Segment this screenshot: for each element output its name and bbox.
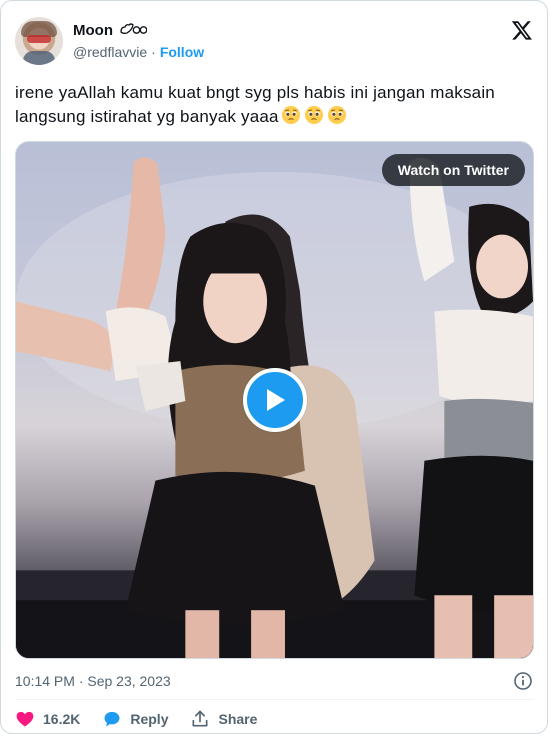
reply-bubble-icon: [104, 711, 120, 727]
info-icon[interactable]: [513, 671, 533, 691]
tweet-body: irene yaAllah kamu kuat bngt syg pls hab…: [15, 83, 500, 126]
action-bar: 16.2K Reply Share: [15, 707, 257, 731]
share-label: Share: [218, 711, 258, 727]
follow-button[interactable]: Follow: [160, 44, 204, 60]
avatar-glasses: [27, 35, 51, 43]
watch-on-twitter-button[interactable]: Watch on Twitter: [381, 154, 525, 186]
tweet-card: Moon @redflavvie · Follow irene yaAllah …: [0, 0, 548, 734]
play-icon: [267, 389, 285, 411]
avatar-shirt: [23, 51, 55, 65]
display-name[interactable]: Moon: [73, 22, 113, 39]
pleading-face-icon: [281, 106, 300, 124]
tweet-timestamp[interactable]: 10:14 PM · Sep 23, 2023: [15, 673, 171, 689]
play-button[interactable]: [243, 368, 307, 432]
name-row: Moon: [73, 19, 204, 41]
pleading-face-icon: [327, 106, 346, 124]
pleading-face-icon: [304, 106, 323, 124]
divider: [15, 699, 533, 700]
user-handle[interactable]: @redflavvie: [73, 44, 147, 60]
reply-button[interactable]: Reply: [102, 709, 168, 729]
handle-row: @redflavvie · Follow: [73, 44, 204, 60]
share-button[interactable]: Share: [190, 709, 257, 729]
share-icon: [192, 710, 208, 727]
separator-dot: ·: [151, 44, 156, 60]
like-count: 16.2K: [43, 711, 81, 727]
emoji-row: [281, 105, 347, 125]
tweet-text: irene yaAllah kamu kuat bngt syg pls hab…: [15, 81, 535, 129]
x-logo-icon[interactable]: [511, 19, 533, 41]
like-button[interactable]: 16.2K: [15, 709, 80, 729]
user-block: Moon @redflavvie · Follow: [73, 19, 204, 61]
video-thumbnail[interactable]: Watch on Twitter: [15, 141, 534, 659]
cloud-glasses-emoji-icon: [120, 23, 147, 34]
timestamp-row: 10:14 PM · Sep 23, 2023: [15, 671, 533, 691]
tweet-header: Moon @redflavvie · Follow: [15, 17, 533, 69]
reply-label: Reply: [130, 711, 169, 727]
heart-icon: [16, 711, 34, 727]
avatar[interactable]: [15, 17, 63, 65]
